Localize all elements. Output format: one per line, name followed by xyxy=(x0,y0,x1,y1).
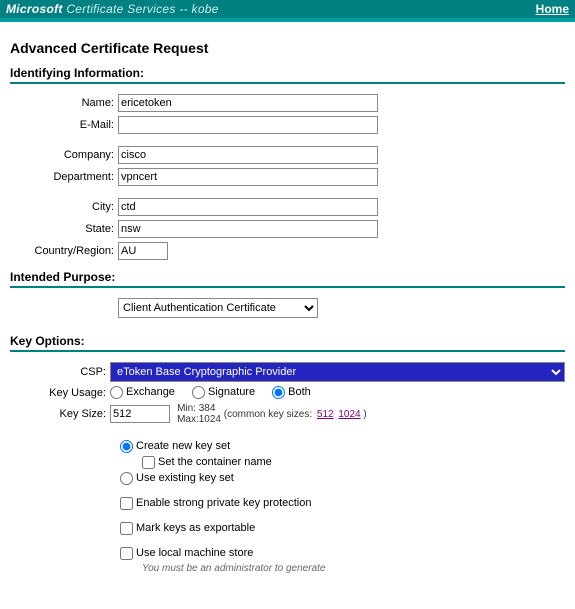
top-bar: Microsoft Certificate Services -- kobe H… xyxy=(0,0,575,22)
department-field[interactable] xyxy=(118,168,378,186)
keysize-common-label: (common key sizes: xyxy=(224,409,312,420)
keyusage-both-radio[interactable] xyxy=(272,386,285,399)
section-purpose-header: Intended Purpose: xyxy=(10,270,565,284)
keyset-localstore-hint: You must be an administrator to generate xyxy=(142,563,565,574)
keyoptions-form: CSP: eToken Base Cryptographic Provider … xyxy=(10,360,565,427)
country-field[interactable] xyxy=(118,242,168,260)
name-field[interactable] xyxy=(118,94,378,112)
purpose-select[interactable]: Client Authentication Certificate xyxy=(118,298,318,318)
keysize-link-512[interactable]: 512 xyxy=(317,409,334,420)
label-department: Department: xyxy=(53,171,114,183)
keyset-create-row: Create new key set xyxy=(10,440,565,453)
keyset-localstore-row: Use local machine store xyxy=(10,547,565,560)
keyusage-signature-label[interactable]: Signature xyxy=(192,386,255,398)
email-field[interactable] xyxy=(118,116,378,134)
keysize-min: Min: 384 xyxy=(177,403,215,414)
keyusage-exchange-text: Exchange xyxy=(126,386,175,398)
csp-select[interactable]: eToken Base Cryptographic Provider xyxy=(110,362,565,382)
home-link[interactable]: Home xyxy=(536,2,569,16)
label-email: E-Mail: xyxy=(80,119,114,131)
keyusage-signature-radio[interactable] xyxy=(192,386,205,399)
label-country: Country/Region: xyxy=(35,245,115,257)
keyset-exportable-text: Mark keys as exportable xyxy=(136,522,255,534)
keyset-strong-row: Enable strong private key protection xyxy=(10,497,565,510)
keysize-minmax: Min: 384 Max:1024 xyxy=(177,403,221,425)
keysize-common-close: ) xyxy=(363,409,366,420)
keyset-exportable-row: Mark keys as exportable xyxy=(10,522,565,535)
label-company: Company: xyxy=(64,149,114,161)
label-state: State: xyxy=(85,223,114,235)
keyset-strong-text: Enable strong private key protection xyxy=(136,497,312,509)
keyset-exportable-label[interactable]: Mark keys as exportable xyxy=(120,522,255,534)
keyset-create-text: Create new key set xyxy=(136,440,230,452)
keyset-exportable-check[interactable] xyxy=(120,522,133,535)
brand-rest: Certificate Services -- kobe xyxy=(63,2,219,16)
keyset-create-label[interactable]: Create new key set xyxy=(120,440,230,452)
section-keyoptions-rule xyxy=(10,350,565,352)
keyset-container-text: Set the container name xyxy=(158,456,272,468)
keyset-existing-label[interactable]: Use existing key set xyxy=(120,472,234,484)
label-name: Name: xyxy=(82,97,114,109)
keyset-container-label[interactable]: Set the container name xyxy=(142,456,272,468)
keyset-container-row: Set the container name xyxy=(10,456,565,469)
keyset-container-check[interactable] xyxy=(142,456,155,469)
page-title: Advanced Certificate Request xyxy=(10,40,565,56)
keyset-strong-label[interactable]: Enable strong private key protection xyxy=(120,497,312,509)
state-field[interactable] xyxy=(118,220,378,238)
keysize-common: (common key sizes: 512 1024 ) xyxy=(224,409,367,420)
keyset-existing-text: Use existing key set xyxy=(136,472,234,484)
keyusage-signature-text: Signature xyxy=(208,386,255,398)
keyusage-exchange-radio[interactable] xyxy=(110,386,123,399)
section-identifying-rule xyxy=(10,82,565,84)
keyset-existing-radio[interactable] xyxy=(120,472,133,485)
company-field[interactable] xyxy=(118,146,378,164)
keyset-localstore-check[interactable] xyxy=(120,547,133,560)
brand-bold: Microsoft xyxy=(6,2,63,16)
keyset-localstore-text: Use local machine store xyxy=(136,547,253,559)
label-keyusage: Key Usage: xyxy=(49,387,106,399)
keyusage-both-text: Both xyxy=(288,386,311,398)
brand-text: Microsoft Certificate Services -- kobe xyxy=(6,2,219,16)
keyusage-exchange-label[interactable]: Exchange xyxy=(110,386,175,398)
keyset-existing-row: Use existing key set xyxy=(10,472,565,485)
keysize-max: Max:1024 xyxy=(177,414,221,425)
keysize-meta: Min: 384 Max:1024 (common key sizes: 512… xyxy=(177,403,367,425)
keysize-link-1024[interactable]: 1024 xyxy=(338,409,360,420)
section-identifying-header: Identifying Information: xyxy=(10,66,565,80)
city-field[interactable] xyxy=(118,198,378,216)
identifying-form: Name: E-Mail: Company: Department: City:… xyxy=(10,92,378,262)
keysize-field[interactable] xyxy=(110,405,170,423)
keyset-localstore-label[interactable]: Use local machine store xyxy=(120,547,253,559)
label-csp: CSP: xyxy=(80,366,106,378)
section-purpose-rule xyxy=(10,286,565,288)
content-area: Advanced Certificate Request Identifying… xyxy=(0,22,575,584)
label-keysize: Key Size: xyxy=(60,408,106,420)
purpose-form: Client Authentication Certificate xyxy=(10,296,318,320)
keyset-create-radio[interactable] xyxy=(120,440,133,453)
section-keyoptions-header: Key Options: xyxy=(10,334,565,348)
keyset-strong-check[interactable] xyxy=(120,497,133,510)
keyusage-both-label[interactable]: Both xyxy=(272,386,311,398)
label-city: City: xyxy=(92,201,114,213)
